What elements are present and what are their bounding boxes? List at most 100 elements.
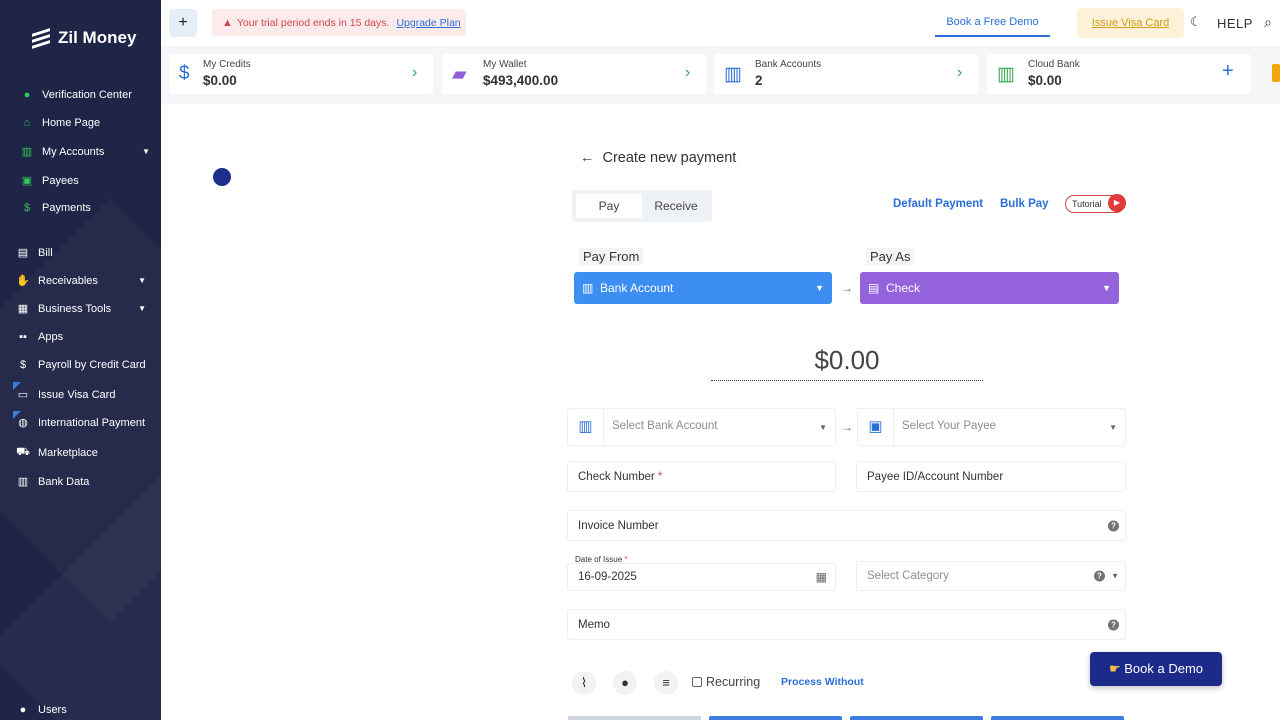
brand-logo[interactable]: Zil Money — [32, 28, 137, 49]
sidebar-item-bill[interactable]: ▤ Bill — [16, 246, 146, 260]
recurring-checkbox[interactable]: Recurring — [692, 675, 760, 689]
pay-from-value: Bank Account — [600, 281, 674, 295]
bank-icon: ▥ — [17, 476, 29, 488]
default-payment-link[interactable]: Default Payment — [893, 198, 983, 210]
sidebar-item-label: International Payment — [38, 416, 146, 429]
book-free-demo-link[interactable]: Book a Free Demo — [935, 16, 1050, 37]
sidebar-item-apps[interactable]: ▪▪ Apps — [16, 331, 146, 343]
brand-name: Zil Money — [58, 28, 137, 47]
tab-pay[interactable]: Pay — [576, 194, 642, 218]
sidebar-item-label: Payees — [42, 174, 79, 187]
pay-from-label: Pay From — [579, 248, 644, 265]
tutorial-button[interactable]: Tutorial ▶ — [1065, 194, 1126, 213]
card-value: $0.00 — [203, 73, 237, 88]
check-icon: ▤ — [868, 281, 880, 295]
bank-icon: ▥ — [997, 64, 1015, 85]
process-without-link[interactable]: Process Without — [781, 676, 864, 688]
checkbox-icon[interactable] — [692, 677, 702, 687]
amount-input[interactable]: $0.00 — [711, 345, 983, 381]
help-icon[interactable]: ? — [1108, 520, 1119, 531]
issue-visa-card-button[interactable]: Issue Visa Card — [1077, 8, 1184, 38]
payee-id-field[interactable]: Payee ID/Account Number — [856, 461, 1126, 492]
sidebar-item-payroll-by-credit-card[interactable]: $ Payroll by Credit Card — [16, 359, 146, 371]
search-icon[interactable]: ⌕ — [1264, 14, 1272, 31]
topbar: + ▲ Your trial period ends in 15 days. U… — [161, 0, 1280, 46]
sidebar-item-label: Bill — [38, 246, 53, 259]
dollar-icon: $ — [19, 359, 27, 371]
attachment-icon[interactable]: ⌇ — [572, 671, 596, 695]
partial-card-icon — [1272, 64, 1280, 82]
card-my-credits[interactable]: $ My Credits $0.00 › — [169, 54, 433, 94]
sidebar-item-label: Issue Visa Card — [38, 388, 116, 401]
sidebar-item-label: Receivables — [38, 274, 98, 287]
sidebar: Zil Money ● Verification Center ⌂ Home P… — [0, 0, 161, 720]
book-a-demo-button[interactable]: ☛ Book a Demo — [1090, 652, 1222, 686]
help-icon[interactable]: ? — [1094, 570, 1105, 582]
memo-field[interactable]: Memo ? — [567, 609, 1126, 640]
select-payee[interactable]: ▣ Select Your Payee ▼ — [857, 408, 1126, 446]
dollar-icon: $ — [23, 202, 31, 214]
card-cloud-bank[interactable]: ▥ Cloud Bank $0.00 + — [987, 54, 1251, 94]
invoice-number-field[interactable]: Invoice Number ? — [567, 510, 1126, 541]
check-number-field[interactable]: Check Number * — [567, 461, 836, 492]
bottom-button[interactable] — [850, 716, 983, 720]
sidebar-item-label: Business Tools — [38, 302, 112, 315]
wallet-icon: ▰ — [452, 64, 467, 85]
help-button[interactable]: HELP — [1217, 16, 1253, 31]
calendar-icon[interactable]: ▦ — [816, 570, 827, 584]
card-value: $0.00 — [1028, 73, 1062, 88]
upgrade-plan-link[interactable]: Upgrade Plan — [396, 17, 460, 29]
dark-mode-icon[interactable]: ☾ — [1190, 14, 1202, 30]
sidebar-item-payments[interactable]: $ Payments — [20, 202, 150, 214]
card-label: Bank Accounts — [755, 59, 822, 70]
sidebar-item-label: Verification Center — [42, 89, 132, 101]
caret-down-icon: ▼ — [1109, 423, 1117, 432]
sidebar-item-users[interactable]: ● Users — [16, 704, 146, 716]
bottom-button[interactable] — [991, 716, 1124, 720]
comment-icon[interactable]: ● — [613, 671, 637, 695]
pay-from-select[interactable]: ▥ Bank Account ▼ — [574, 272, 832, 304]
caret-down-icon: ▼ — [1111, 571, 1119, 581]
list-icon[interactable]: ≡ — [654, 671, 678, 695]
bottom-button[interactable] — [568, 716, 701, 720]
sidebar-item-label: Users — [38, 704, 67, 716]
briefcase-icon: ▦ — [17, 303, 29, 315]
zil-logo-icon — [32, 28, 52, 49]
sidebar-item-verification-center[interactable]: ● Verification Center — [20, 89, 150, 101]
card-value: $493,400.00 — [483, 73, 559, 88]
add-icon[interactable]: + — [1222, 60, 1234, 83]
add-button[interactable]: + — [169, 9, 197, 37]
sidebar-item-marketplace[interactable]: ⛟ Marketplace — [16, 446, 146, 460]
bottom-button[interactable] — [709, 716, 842, 720]
back-arrow-icon[interactable]: ← — [580, 150, 595, 166]
book-a-demo-label: Book a Demo — [1124, 661, 1204, 676]
select-bank-account[interactable]: ▥ Select Bank Account ▼ — [567, 408, 836, 446]
pay-as-select[interactable]: ▤ Check ▼ — [860, 272, 1119, 304]
select-category[interactable]: Select Category ? ▼ — [856, 561, 1126, 591]
sidebar-item-issue-visa-card[interactable]: ▭ Issue Visa Card — [16, 388, 146, 402]
cursor-indicator — [213, 168, 231, 186]
tab-receive[interactable]: Receive — [644, 194, 708, 218]
sidebar-item-label: Payments — [42, 202, 91, 214]
sidebar-item-payees[interactable]: ▣ Payees — [20, 174, 150, 188]
select-payee-placeholder: Select Your Payee — [902, 420, 996, 432]
card-value: 2 — [755, 73, 763, 88]
sidebar-item-bank-data[interactable]: ▥ Bank Data — [16, 475, 146, 489]
sidebar-item-business-tools[interactable]: ▦ Business Tools ▼ — [16, 302, 146, 316]
sidebar-item-receivables[interactable]: ✋ Receivables ▼ — [16, 274, 146, 288]
pointing-hand-icon: ☛ — [1108, 661, 1121, 676]
chevron-right-icon[interactable]: › — [957, 64, 962, 82]
chevron-right-icon[interactable]: › — [412, 64, 417, 82]
card-bank-accounts[interactable]: ▥ Bank Accounts 2 › — [714, 54, 978, 94]
bulk-pay-link[interactable]: Bulk Pay — [1000, 198, 1049, 210]
date-of-issue-field[interactable]: 16-09-2025 ▦ — [567, 563, 836, 591]
user-icon: ● — [19, 704, 27, 716]
card-my-wallet[interactable]: ▰ My Wallet $493,400.00 › — [442, 54, 706, 94]
sidebar-item-international-payment[interactable]: ◍ International Payment — [16, 416, 146, 430]
recurring-label: Recurring — [706, 675, 761, 689]
help-icon[interactable]: ? — [1108, 619, 1119, 630]
sidebar-item-home-page[interactable]: ⌂ Home Page — [20, 117, 150, 129]
sidebar-item-my-accounts[interactable]: ▥ My Accounts ▼ — [20, 145, 150, 159]
arrow-right-icon: → — [841, 420, 853, 434]
chevron-right-icon[interactable]: › — [685, 64, 690, 82]
